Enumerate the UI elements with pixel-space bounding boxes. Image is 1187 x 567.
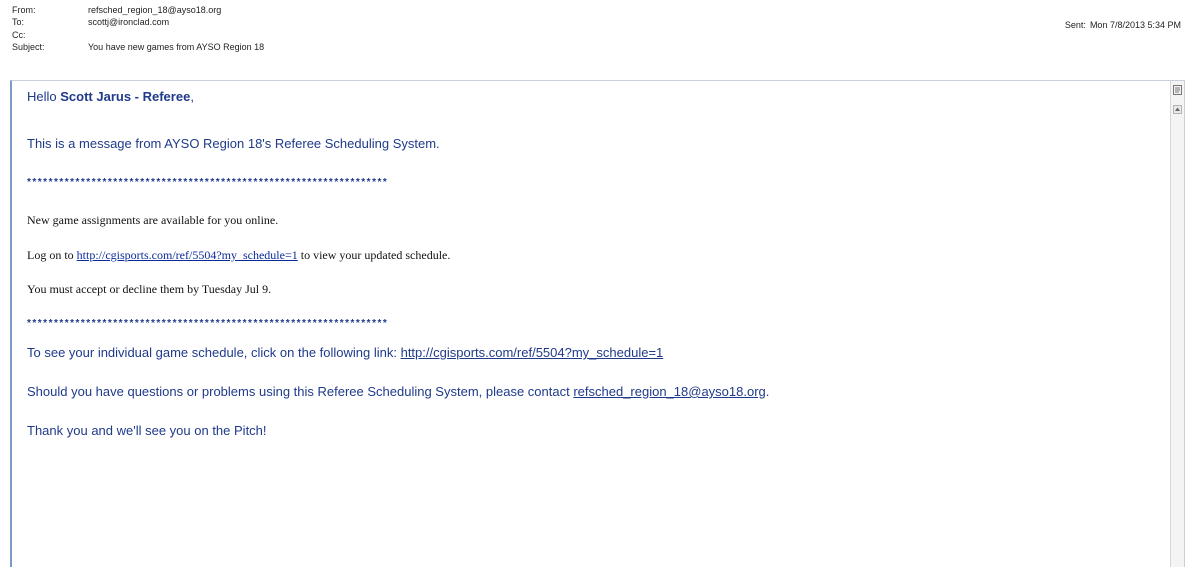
from-label: From: bbox=[12, 5, 36, 15]
from-value[interactable]: refsched_region_18@ayso18.org bbox=[88, 4, 221, 16]
logon-link[interactable]: http://cgisports.com/ref/5504?my_schedul… bbox=[77, 248, 298, 262]
schedule-link[interactable]: http://cgisports.com/ref/5504?my_schedul… bbox=[401, 345, 664, 360]
schedule-prefix: To see your individual game schedule, cl… bbox=[27, 345, 401, 360]
sent-value: Mon 7/8/2013 5:34 PM bbox=[1089, 20, 1181, 30]
greeting-name: Scott Jarus - Referee bbox=[60, 89, 191, 104]
scroll-up-arrow-icon[interactable] bbox=[1173, 105, 1182, 114]
greeting: Hello Scott Jarus - Referee, bbox=[27, 89, 194, 104]
sent-label: Sent: bbox=[1064, 20, 1086, 30]
logon-line: Log on to http://cgisports.com/ref/5504?… bbox=[27, 248, 450, 263]
separator-stars-top: ****************************************… bbox=[27, 177, 389, 188]
questions-prefix: Should you have questions or problems us… bbox=[27, 384, 574, 399]
logon-suffix: to view your updated schedule. bbox=[297, 248, 451, 262]
subject-value: You have new games from AYSO Region 18 bbox=[88, 42, 265, 52]
logon-prefix: Log on to bbox=[27, 248, 77, 262]
closing-text: Thank you and we'll see you on the Pitch… bbox=[27, 423, 267, 438]
reading-pane-icon[interactable] bbox=[1173, 85, 1182, 95]
to-value[interactable]: scottj@ironclad.com bbox=[88, 16, 169, 28]
questions-line: Should you have questions or problems us… bbox=[27, 384, 769, 399]
intro-text: This is a message from AYSO Region 18's … bbox=[27, 136, 440, 151]
accept-text: You must accept or decline them by Tuesd… bbox=[27, 282, 272, 296]
schedule-line: To see your individual game schedule, cl… bbox=[27, 345, 663, 360]
vertical-scrollbar[interactable] bbox=[1170, 81, 1184, 567]
greeting-suffix: , bbox=[190, 89, 194, 104]
sent-info: Sent: Mon 7/8/2013 5:34 PM bbox=[1065, 20, 1181, 30]
subject-label: Subject: bbox=[12, 42, 45, 52]
message-body-frame: Hello Scott Jarus - Referee, This is a m… bbox=[10, 80, 1185, 567]
questions-suffix: . bbox=[765, 384, 770, 399]
message-header: From: refsched_region_18@ayso18.org To: … bbox=[0, 0, 1187, 80]
separator-stars-bottom: ****************************************… bbox=[27, 318, 389, 329]
cc-label: Cc: bbox=[12, 30, 26, 40]
to-label: To: bbox=[12, 17, 25, 27]
available-text: New game assignments are available for y… bbox=[27, 213, 279, 227]
greeting-prefix: Hello bbox=[27, 89, 61, 104]
questions-email-link[interactable]: refsched_region_18@ayso18.org bbox=[573, 384, 765, 399]
